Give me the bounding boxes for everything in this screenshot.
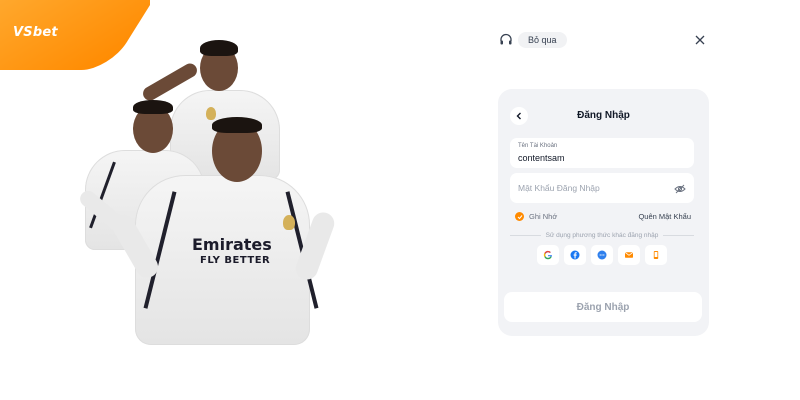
sponsor-emirates: Emirates [192, 235, 272, 254]
divider-line-left [510, 235, 541, 236]
facebook-icon [570, 250, 580, 260]
alt-login-text: Sử dụng phương thức khác đăng nhập [545, 232, 659, 239]
forgot-password-link[interactable]: Quên Mật Khẩu [638, 212, 691, 221]
check-icon[interactable] [515, 212, 524, 221]
alt-login-divider: Sử dụng phương thức khác đăng nhập [510, 232, 695, 239]
login-submit-button[interactable]: Đăng Nhập [504, 292, 702, 322]
brand-logo[interactable]: VSbet [13, 25, 58, 40]
facebook-login-button[interactable] [564, 245, 586, 265]
google-login-button[interactable] [537, 245, 559, 265]
phone-login-button[interactable] [645, 245, 667, 265]
username-label: Tên Tài Khoản [518, 143, 558, 149]
remember-me-checkbox[interactable]: Ghi Nhớ [515, 212, 557, 221]
username-field[interactable]: Tên Tài Khoản contentsam [510, 138, 694, 168]
login-title: Đăng Nhập [577, 110, 630, 121]
remember-label: Ghi Nhớ [529, 212, 558, 221]
email-login-button[interactable] [618, 245, 640, 265]
email-icon [625, 252, 633, 258]
google-icon [543, 250, 552, 260]
password-field[interactable]: Mật Khẩu Đăng Nhập [510, 173, 694, 203]
username-value[interactable]: contentsam [518, 153, 565, 163]
divider-line-right [663, 235, 695, 236]
password-placeholder[interactable]: Mật Khẩu Đăng Nhập [518, 183, 600, 193]
headset-icon[interactable] [499, 33, 513, 47]
chat-icon [597, 250, 607, 260]
login-card: Đăng Nhập Tên Tài Khoản contentsam Mật K… [498, 89, 709, 336]
sponsor-fly-better: FLY BETTER [200, 255, 271, 266]
skip-button[interactable]: Bỏ qua [518, 32, 567, 48]
player-front: Emirates FLY BETTER [100, 115, 340, 365]
phone-icon [653, 251, 659, 259]
eye-off-icon[interactable] [674, 182, 686, 194]
chat-login-button[interactable] [591, 245, 613, 265]
social-login-row [537, 245, 667, 265]
hero-players-image: Emi Emirates FLY BETTER [70, 35, 350, 365]
close-icon[interactable] [692, 32, 708, 48]
